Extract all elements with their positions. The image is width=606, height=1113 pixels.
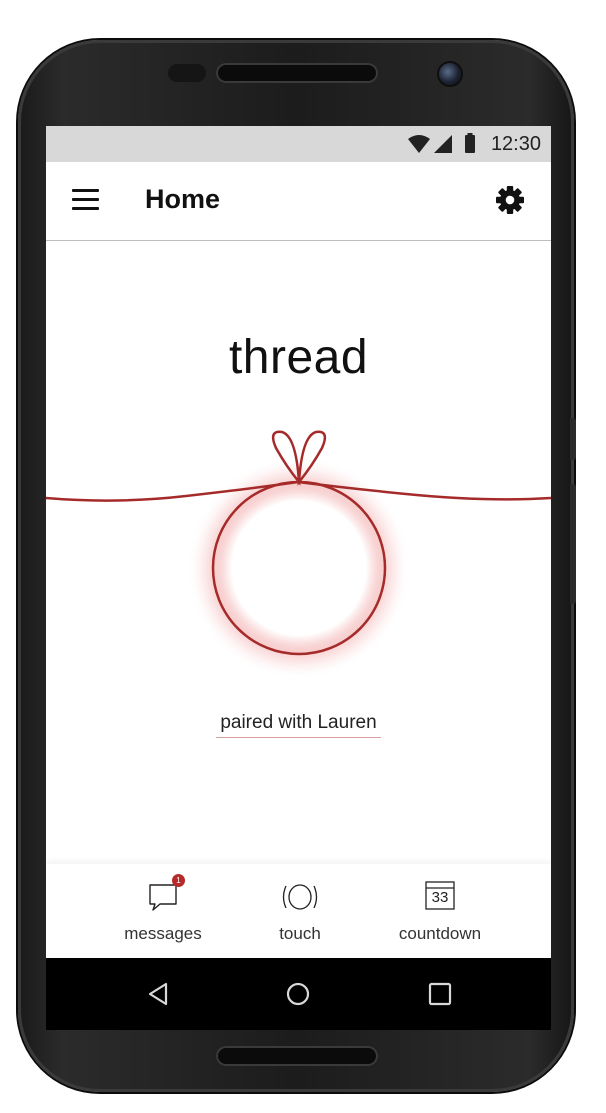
phone-mockup: 12:30 Home thread paired with Lauren 1 m… [0, 0, 606, 1113]
system-navigation-bar [46, 958, 551, 1030]
home-icon[interactable] [282, 978, 314, 1010]
status-time: 12:30 [490, 133, 541, 155]
page-title: Home [145, 184, 221, 214]
front-camera [439, 63, 461, 85]
nav-label-countdown: countdown [398, 924, 482, 943]
message-icon: 1 [148, 874, 185, 912]
calendar-day: 33 [431, 889, 449, 906]
touch-icon [280, 880, 320, 914]
proximity-sensor [168, 64, 206, 82]
status-icons [408, 133, 475, 153]
nav-item-countdown[interactable]: 33 countdown [370, 864, 510, 958]
screen: 12:30 Home thread paired with Lauren 1 m… [46, 126, 551, 1030]
gear-icon[interactable] [495, 185, 525, 215]
status-bar: 12:30 [46, 126, 551, 162]
nav-label-touch: touch [279, 924, 321, 943]
back-icon[interactable] [142, 978, 174, 1010]
message-badge: 1 [172, 874, 185, 887]
volume-button [570, 418, 576, 460]
menu-icon[interactable] [72, 189, 99, 211]
nav-item-touch[interactable]: touch [230, 864, 370, 958]
recents-icon[interactable] [424, 978, 456, 1010]
earpiece-speaker [216, 63, 378, 83]
paired-status-label[interactable]: paired with Lauren [216, 712, 381, 738]
bottom-speaker [216, 1046, 378, 1066]
thread-bow-illustration [46, 430, 551, 676]
signal-icon [434, 135, 452, 153]
battery-icon [465, 135, 475, 153]
paired-status[interactable]: paired with Lauren [46, 712, 551, 738]
nav-item-messages[interactable]: 1 messages [93, 864, 233, 958]
bottom-navigation: 1 messages touch 33 countdown [46, 864, 551, 958]
nav-label-messages: messages [124, 924, 202, 943]
app-name-heading: thread [228, 331, 369, 384]
calendar-icon: 33 [425, 880, 455, 910]
power-button [570, 484, 576, 604]
wifi-icon [408, 135, 430, 153]
app-bar: Home [46, 162, 551, 241]
